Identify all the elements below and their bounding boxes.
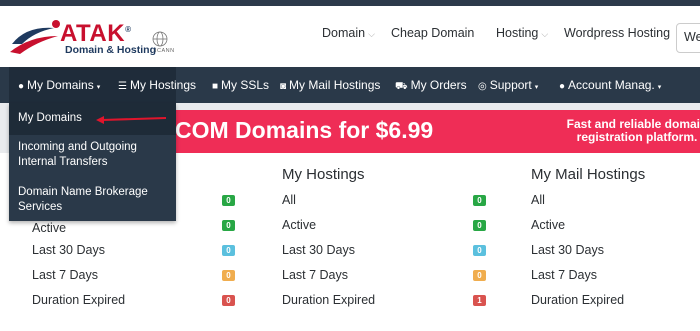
count-badge: 0 — [473, 220, 486, 231]
nav-label: My Mail Hostings — [289, 78, 381, 92]
topnav-domain-label: Domain — [322, 26, 366, 40]
row-active[interactable]: Active — [531, 218, 565, 232]
annotation-arrow-icon — [96, 116, 167, 124]
icann-label: ICANN — [155, 48, 175, 54]
caret-down-icon: ▾ — [534, 84, 539, 91]
row-last-30-days[interactable]: Last 30 Days — [531, 243, 604, 257]
panel-title: My Mail Hostings — [531, 166, 646, 183]
count-badge: 0 — [222, 195, 235, 206]
banner-tagline: Fast and reliable domain registration pl… — [542, 118, 700, 144]
support-icon: ◎ — [478, 81, 487, 92]
count-badge: 0 — [222, 245, 235, 256]
caret-down-icon: ▾ — [96, 84, 101, 91]
nav-label: My Hostings — [129, 78, 196, 92]
dropdown-item-transfers[interactable]: Incoming and Outgoing Internal Transfers — [9, 140, 176, 170]
nav-my-ssls[interactable]: ■ My SSLs — [212, 67, 269, 103]
banner-tagline-line2: registration platform. — [576, 130, 698, 144]
mail-icon: ◙ — [280, 81, 287, 92]
count-badge: 0 — [222, 270, 235, 281]
nav-my-mail-hostings[interactable]: ◙ My Mail Hostings — [280, 67, 380, 103]
panel-title: My Hostings — [282, 166, 365, 183]
user-icon: ● — [559, 81, 566, 92]
topnav-domain[interactable]: Domain ⌵ — [322, 26, 375, 40]
row-duration-expired[interactable]: Duration Expired — [32, 293, 125, 307]
count-badge: 0 — [222, 295, 235, 306]
row-last-7-days[interactable]: Last 7 Days — [32, 268, 98, 282]
count-badge: 1 — [473, 295, 486, 306]
row-active[interactable]: Active — [32, 221, 66, 235]
topnav-cheap-domain[interactable]: Cheap Domain — [391, 26, 474, 40]
row-all[interactable]: All — [282, 193, 296, 207]
nav-label: Support — [489, 78, 532, 92]
topnav-hosting[interactable]: Hosting ⌵ — [496, 26, 548, 40]
row-active[interactable]: Active — [282, 218, 316, 232]
count-badge: 0 — [473, 270, 486, 281]
site-header: ATAK® Domain & Hosting ICANN Domain ⌵ Che… — [0, 6, 700, 67]
banner-headline: COM Domains for $6.99 — [175, 117, 434, 143]
count-badge: 0 — [473, 245, 486, 256]
main-navbar: ● My Domains ▾ ☰ My Hostings ■ My SSLs ◙ My M… — [0, 67, 700, 103]
row-duration-expired[interactable]: Duration Expired — [282, 293, 375, 307]
logo-tagline: Domain & Hosting — [65, 44, 156, 56]
count-badge: 0 — [473, 195, 486, 206]
row-last-30-days[interactable]: Last 30 Days — [32, 243, 105, 257]
row-last-30-days[interactable]: Last 30 Days — [282, 243, 355, 257]
chevron-down-icon: ⌵ — [541, 29, 549, 39]
dropdown-item-brokerage[interactable]: Domain Name Brokerage Services — [9, 185, 176, 215]
nav-label: Account Manag. — [568, 78, 655, 92]
topnav-wordpress-label: Wordpress Hosting — [564, 26, 671, 40]
topnav-hosting-label: Hosting — [496, 26, 539, 40]
chevron-down-icon: ⌵ — [368, 29, 375, 39]
topnav-cheap-domain-label: Cheap Domain — [391, 26, 475, 40]
globe-icon: ● — [18, 81, 25, 92]
nav-account-manag[interactable]: ● Account Manag. ▾ — [559, 67, 661, 103]
list-icon: ☰ — [118, 81, 127, 92]
header-button-cut[interactable]: We — [676, 23, 700, 53]
row-duration-expired[interactable]: Duration Expired — [531, 293, 624, 307]
topnav-wordpress-hosting[interactable]: Wordpress Hosting — [564, 26, 670, 40]
nav-label: My Domains — [27, 78, 94, 92]
row-last-7-days[interactable]: Last 7 Days — [531, 268, 597, 282]
caret-down-icon: ▾ — [657, 84, 662, 91]
nav-support[interactable]: ◎ Support ▾ — [478, 67, 538, 103]
atak-logo[interactable]: ATAK® Domain & Hosting ICANN — [8, 14, 188, 60]
lock-icon: ■ — [212, 81, 219, 92]
icann-globe-icon — [152, 31, 168, 47]
logo-swoosh-icon — [10, 20, 60, 54]
nav-label: My Orders — [410, 78, 467, 92]
nav-my-hostings[interactable]: ☰ My Hostings — [118, 67, 196, 103]
cart-icon: ⛟ — [395, 81, 408, 92]
count-badge: 0 — [222, 220, 235, 231]
nav-my-orders[interactable]: ⛟ My Orders — [395, 67, 467, 103]
row-last-7-days[interactable]: Last 7 Days — [282, 268, 348, 282]
promo-banner[interactable]: COM Domains for $6.99 Fast and reliable … — [175, 110, 700, 153]
row-all[interactable]: All — [531, 193, 545, 207]
nav-label: My SSLs — [221, 78, 270, 92]
